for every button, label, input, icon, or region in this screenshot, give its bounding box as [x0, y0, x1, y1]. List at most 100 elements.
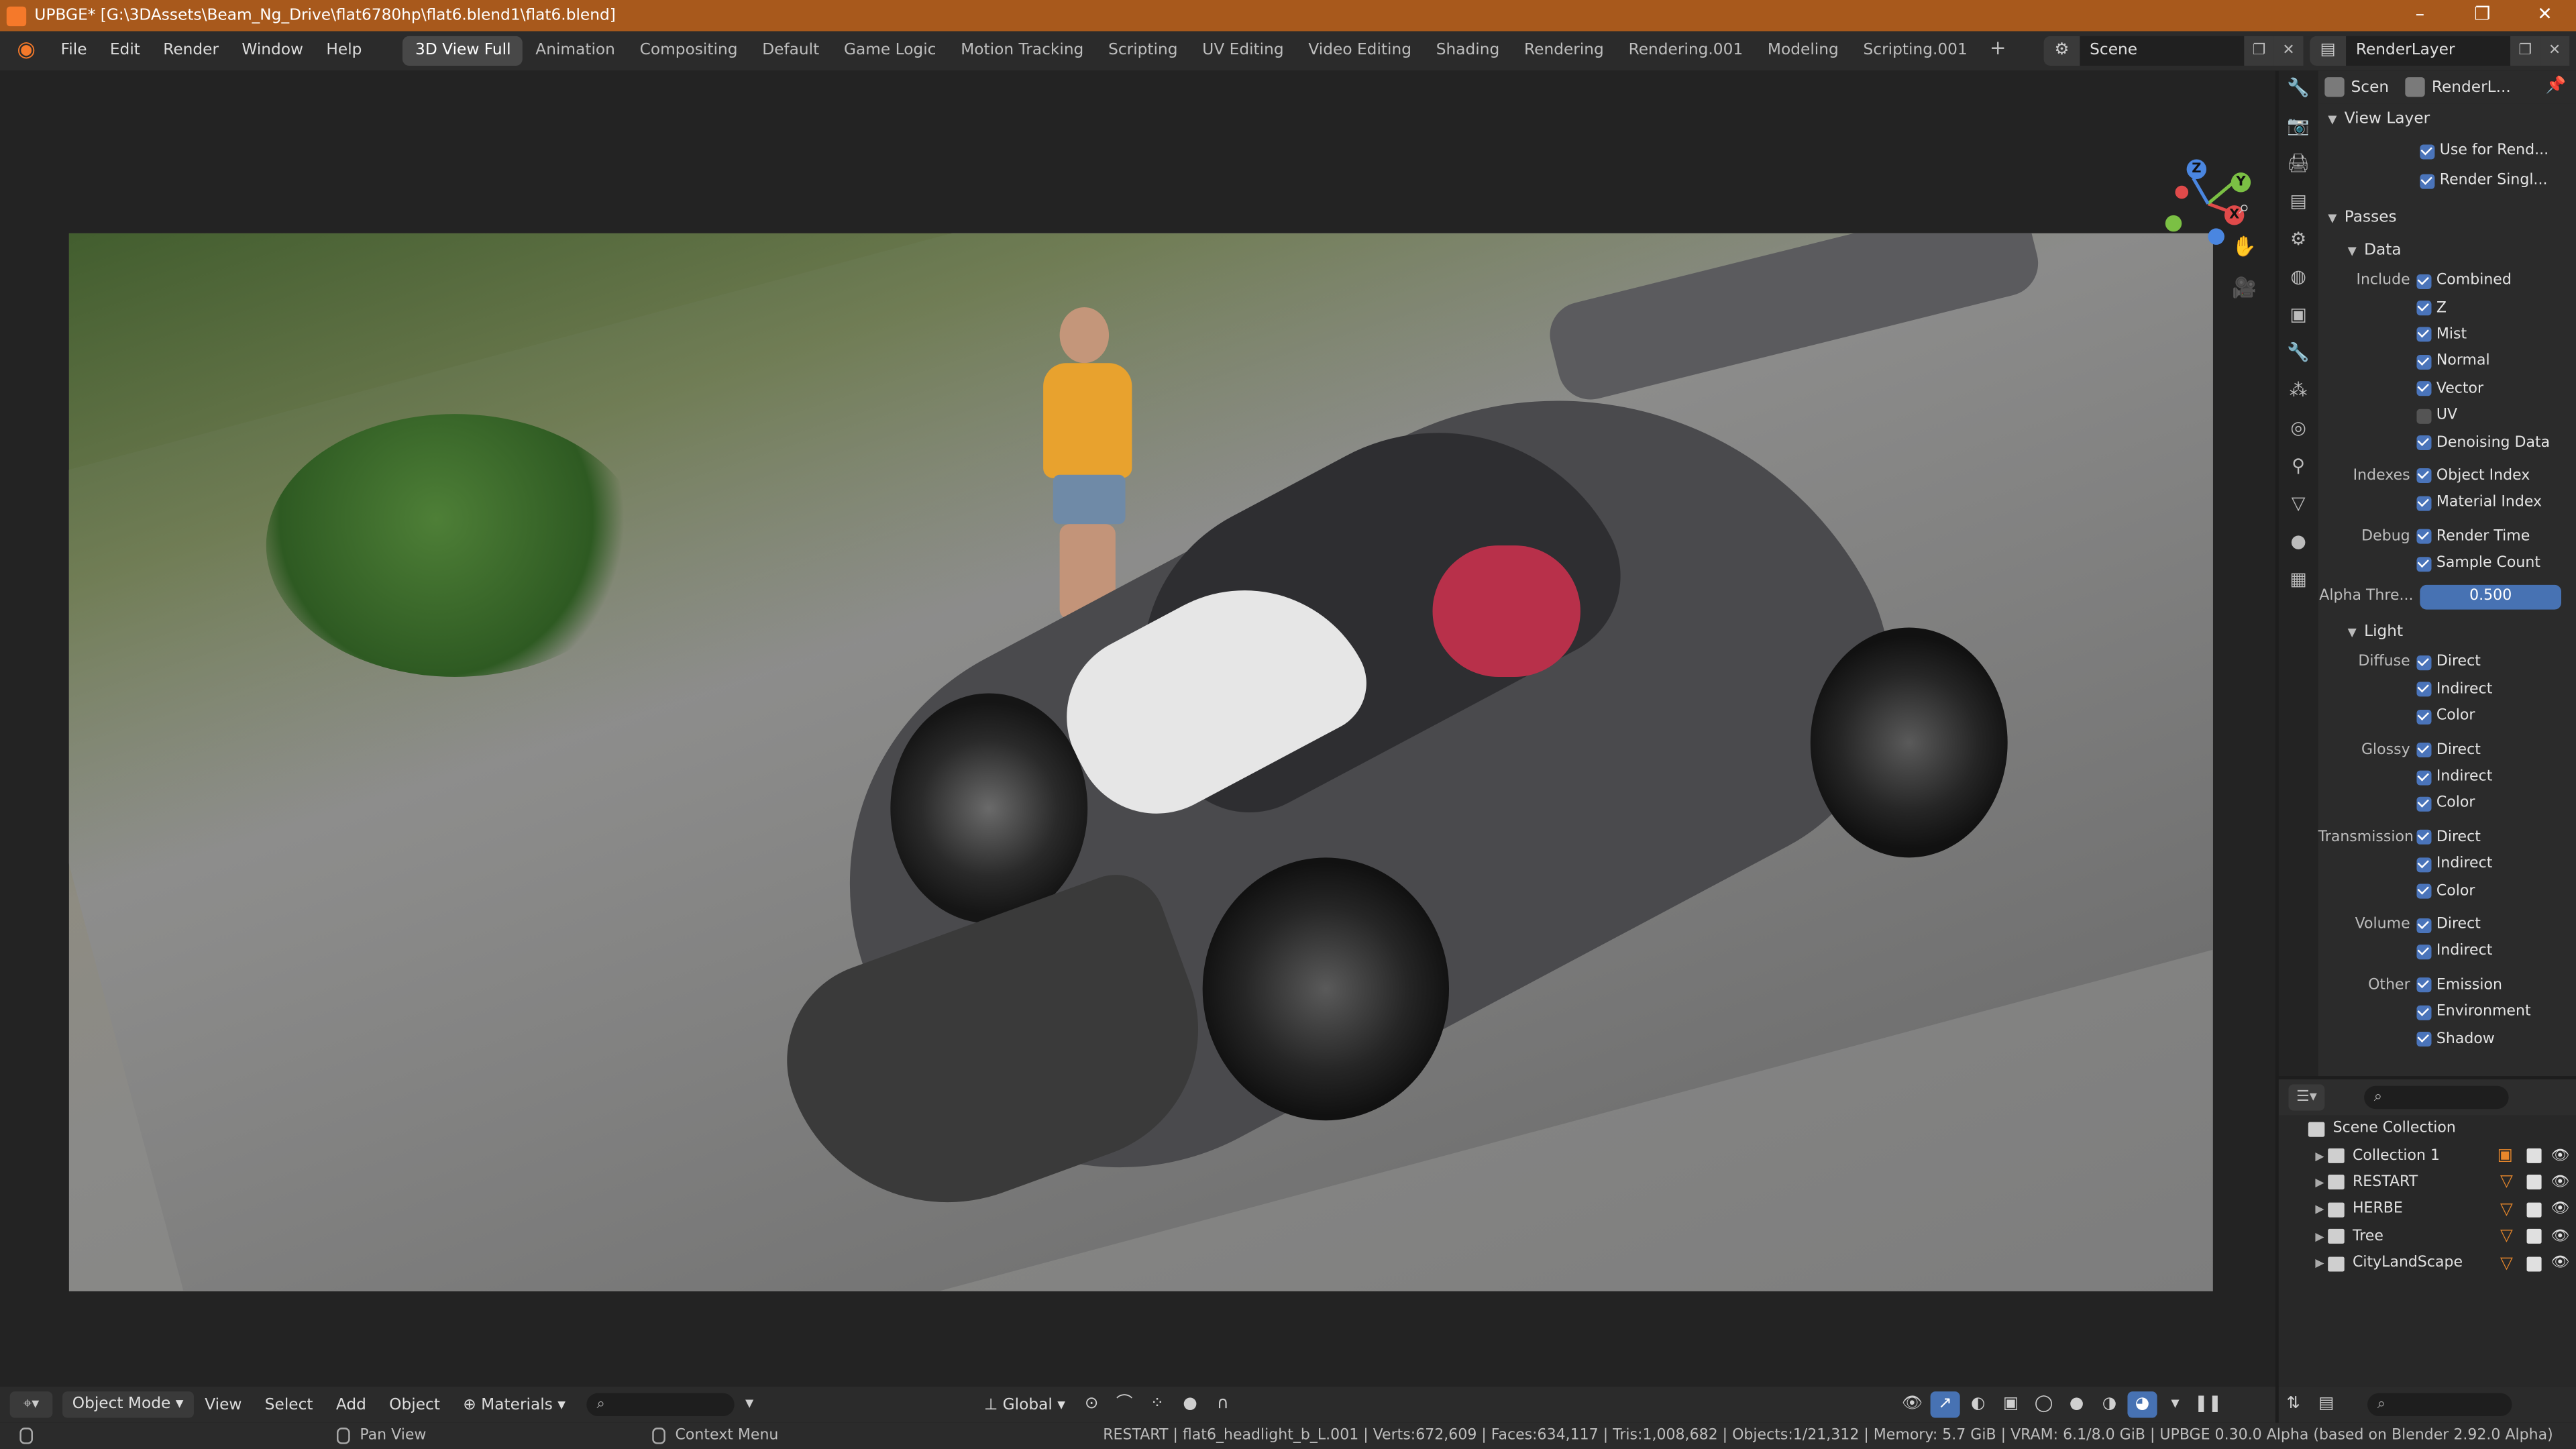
menu-window[interactable]: Window: [230, 32, 315, 71]
view-layer-name-field[interactable]: RenderLayer: [2346, 36, 2511, 66]
gizmo-neg-y[interactable]: [2165, 215, 2182, 232]
3d-viewport[interactable]: X Y Z ⌕ ✋ 🎥: [0, 70, 2275, 1387]
materials-dropdown[interactable]: ⊕ Materials ▾: [451, 1395, 577, 1413]
outliner-item-tree[interactable]: ▶ Tree ▽ 👁: [2279, 1223, 2576, 1250]
exclude-checkbox-icon[interactable]: [2526, 1202, 2541, 1218]
delete-scene-icon[interactable]: ✕: [2273, 36, 2304, 66]
solid-shading-icon[interactable]: ●: [2061, 1391, 2091, 1417]
exclude-checkbox-icon[interactable]: [2526, 1256, 2541, 1271]
pass-denoising-data[interactable]: Denoising Data: [2318, 429, 2576, 456]
pass-sample-count[interactable]: Sample Count: [2318, 550, 2576, 577]
tab-animation[interactable]: Animation: [523, 36, 627, 66]
gizmo-neg-x[interactable]: [2175, 185, 2189, 199]
expand-arrow-icon[interactable]: ▶: [2312, 1230, 2328, 1244]
tab-3d-view-full[interactable]: 3D View Full: [402, 36, 523, 66]
constraints-tab-icon[interactable]: ⚲: [2279, 449, 2318, 485]
pass-render-time[interactable]: Debug Render Time: [2318, 523, 2576, 550]
eye-icon[interactable]: 👁: [2551, 1255, 2569, 1271]
gizmo-z-axis[interactable]: Z: [2186, 159, 2207, 179]
other-emission[interactable]: Other Emission: [2318, 972, 2576, 999]
tab-compositing[interactable]: Compositing: [627, 36, 750, 66]
expand-arrow-icon[interactable]: ▶: [2312, 1257, 2328, 1271]
blender-logo-icon[interactable]: ◉: [10, 34, 43, 67]
pass-mist[interactable]: Mist: [2318, 321, 2576, 348]
display-mode-icon[interactable]: ▤: [2312, 1391, 2341, 1417]
gizmo-neg-z[interactable]: [2208, 228, 2224, 245]
pin-icon[interactable]: 📌: [2546, 77, 2566, 95]
diffuse-color[interactable]: Color: [2318, 703, 2576, 730]
view-menu[interactable]: View: [193, 1395, 254, 1413]
gizmo-toggle-icon[interactable]: ↗: [1930, 1391, 1960, 1418]
diffuse-direct[interactable]: Diffuse Direct: [2318, 649, 2576, 676]
diffuse-indirect[interactable]: Indirect: [2318, 676, 2576, 703]
pass-combined[interactable]: Include Combined: [2318, 268, 2576, 294]
minimize-button[interactable]: –: [2389, 0, 2451, 32]
exclude-checkbox-icon[interactable]: [2526, 1148, 2541, 1164]
volume-indirect[interactable]: Indirect: [2318, 938, 2576, 965]
transmission-direct[interactable]: Transmission Direct: [2318, 824, 2576, 851]
pass-z[interactable]: Z: [2318, 294, 2576, 321]
camera-view-icon[interactable]: 🎥: [2228, 271, 2261, 304]
delete-view-layer-icon[interactable]: ✕: [2540, 36, 2570, 66]
outliner-item-citylandscape[interactable]: ▶ CityLandScape ▽ 👁: [2279, 1250, 2576, 1277]
outliner-scene-collection[interactable]: Scene Collection: [2279, 1116, 2576, 1142]
viewport-search-input[interactable]: ⌕: [586, 1393, 735, 1417]
outliner-item-herbe[interactable]: ▶ HERBE ▽ 👁: [2279, 1196, 2576, 1223]
eye-icon[interactable]: 👁: [2551, 1228, 2569, 1244]
tool-tab-icon[interactable]: 🔧: [2279, 70, 2318, 107]
object-tab-icon[interactable]: ▣: [2279, 297, 2318, 333]
menu-render[interactable]: Render: [152, 32, 230, 71]
object-mode-dropdown[interactable]: Object Mode ▾: [62, 1391, 194, 1418]
pause-render-icon[interactable]: ❚❚: [2193, 1391, 2222, 1417]
select-menu[interactable]: Select: [254, 1395, 325, 1413]
add-menu[interactable]: Add: [325, 1395, 378, 1413]
tab-uv-editing[interactable]: UV Editing: [1190, 36, 1296, 66]
editor-type-icon[interactable]: ⌖▾: [9, 1391, 53, 1418]
view-layer-selector[interactable]: ▤ RenderLayer ❐ ✕: [2310, 36, 2570, 66]
pan-hand-icon[interactable]: ✋: [2228, 230, 2261, 263]
material-tab-icon[interactable]: ●: [2279, 524, 2318, 560]
volume-direct[interactable]: Volume Direct: [2318, 912, 2576, 938]
pass-object-index[interactable]: Indexes Object Index: [2318, 463, 2576, 490]
add-workspace-button[interactable]: +: [1980, 36, 2016, 66]
light-subsection-header[interactable]: ▼ Light: [2318, 616, 2576, 649]
alpha-threshold-slider[interactable]: 0.500: [2420, 584, 2561, 610]
data-subsection-header[interactable]: ▼ Data: [2318, 235, 2576, 268]
editor-type-icon[interactable]: ⇅: [2279, 1391, 2308, 1417]
render-tab-icon[interactable]: 📷: [2279, 109, 2318, 145]
snap-icon[interactable]: ⌒: [1110, 1391, 1139, 1417]
tab-default[interactable]: Default: [750, 36, 832, 66]
outliner-item-collection-1[interactable]: ▶ Collection 1 ▣ 👁: [2279, 1142, 2576, 1169]
pass-uv[interactable]: UV: [2318, 402, 2576, 429]
tab-rendering-001[interactable]: Rendering.001: [1616, 36, 1755, 66]
tab-motion-tracking[interactable]: Motion Tracking: [949, 36, 1096, 66]
visibility-icon[interactable]: 👁: [1898, 1391, 1927, 1417]
data-tab-icon[interactable]: ▽: [2279, 486, 2318, 523]
scene-name-field[interactable]: Scene: [2080, 36, 2245, 66]
modifier-tab-icon[interactable]: 🔧: [2279, 335, 2318, 372]
snap-target-icon[interactable]: ⁘: [1142, 1391, 1172, 1417]
tab-rendering[interactable]: Rendering: [1512, 36, 1617, 66]
tab-modeling[interactable]: Modeling: [1756, 36, 1851, 66]
new-view-layer-icon[interactable]: ❐: [2510, 36, 2540, 66]
expand-arrow-icon[interactable]: ▶: [2312, 1176, 2328, 1189]
proportional-edit-icon[interactable]: ●: [1175, 1391, 1205, 1417]
gizmo-y-axis[interactable]: Y: [2231, 172, 2251, 193]
transform-orientation-dropdown[interactable]: ⊥ Global ▾: [973, 1395, 1077, 1413]
pass-vector[interactable]: Vector: [2318, 376, 2576, 402]
output-tab-icon[interactable]: 🖨: [2279, 146, 2318, 182]
transmission-indirect[interactable]: Indirect: [2318, 851, 2576, 878]
view-layer-section-header[interactable]: ▼ View Layer: [2318, 103, 2576, 136]
zoom-icon[interactable]: ⌕: [2228, 191, 2261, 223]
tab-game-logic[interactable]: Game Logic: [832, 36, 949, 66]
new-scene-icon[interactable]: ❐: [2244, 36, 2274, 66]
physics-tab-icon[interactable]: ◎: [2279, 411, 2318, 447]
eye-icon[interactable]: 👁: [2551, 1175, 2569, 1191]
world-tab-icon[interactable]: ◍: [2279, 260, 2318, 296]
scene-icon[interactable]: ⚙: [2043, 36, 2080, 66]
maximize-button[interactable]: ❐: [2451, 0, 2514, 32]
texture-tab-icon[interactable]: ▦: [2279, 562, 2318, 598]
breadcrumb-scene[interactable]: Scen: [2324, 77, 2389, 97]
glossy-indirect[interactable]: Indirect: [2318, 763, 2576, 790]
render-single-layer-checkbox[interactable]: Render Singl...: [2318, 166, 2576, 195]
